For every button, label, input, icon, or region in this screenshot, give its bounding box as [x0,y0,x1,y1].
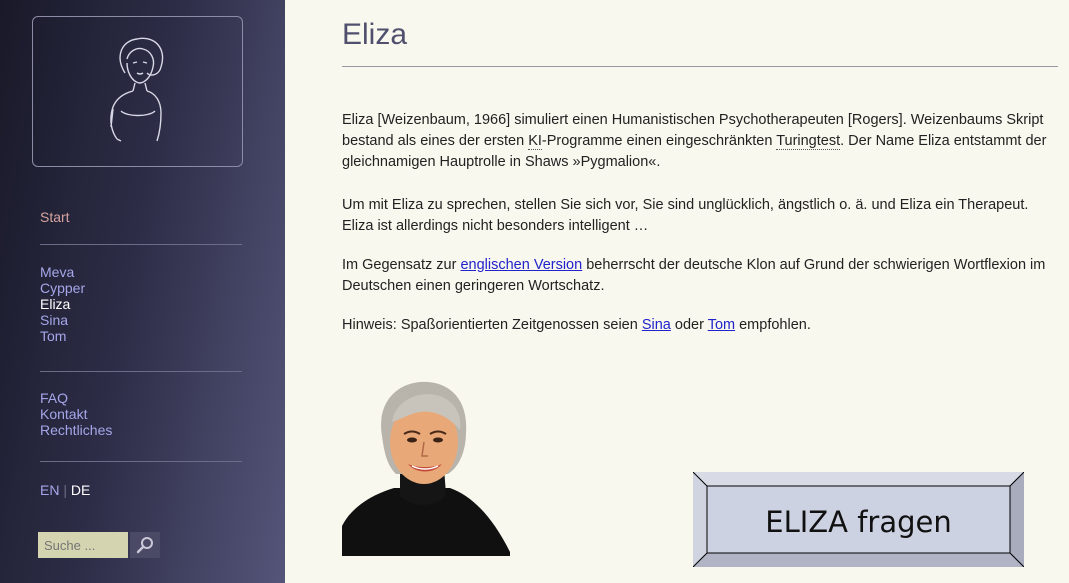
hint-text: oder [670,317,708,333]
search-button[interactable] [130,532,160,558]
sina-link[interactable]: Sina [642,317,671,333]
ask-eliza-button[interactable]: ELIZA fragen [693,472,1024,567]
turingtest-term: Turingtest [776,133,841,150]
sidebar-item-faq[interactable]: FAQ [40,390,112,406]
language-switcher: EN | DE [40,482,90,498]
version-paragraph: Im Gegensatz zur englischen Version behe… [342,255,1062,297]
sidebar-item-meva[interactable]: Meva [40,264,85,280]
english-version-link[interactable]: englischen Version [460,257,582,273]
search-input[interactable] [38,532,128,558]
sidebar-item-cypper[interactable]: Cypper [40,280,85,296]
sidebar-item-eliza[interactable]: Eliza [40,296,85,312]
eliza-portrait-image [342,381,510,556]
tom-link[interactable]: Tom [708,317,735,333]
main-content: Eliza Eliza [Weizenbaum, 1966] simuliert… [285,0,1069,583]
search-icon [136,537,153,554]
sidebar-divider [40,461,242,462]
lang-separator: | [63,482,67,498]
intro-text: -Programme einen eingeschränkten [541,133,777,149]
sidebar-item-kontakt[interactable]: Kontakt [40,406,112,422]
woman-avatar-icon [110,37,164,142]
version-text: Im Gegensatz zur [342,257,461,273]
site-logo[interactable] [32,16,243,167]
sidebar: Start Meva Cypper Eliza Sina Tom FAQ Kon… [0,0,285,583]
ki-abbreviation: KI [528,133,542,150]
sidebar-nav-main: Meva Cypper Eliza Sina Tom [40,264,85,344]
sidebar-item-rechtliches[interactable]: Rechtliches [40,422,112,438]
intro-paragraph: Eliza [Weizenbaum, 1966] simuliert einen… [342,110,1062,173]
sidebar-nav-info: FAQ Kontakt Rechtliches [40,390,112,438]
sidebar-item-start[interactable]: Start [40,209,70,225]
sidebar-divider [40,244,242,245]
hint-text: Hinweis: Spaßorientierten Zeitgenossen s… [342,317,642,333]
sidebar-item-tom[interactable]: Tom [40,328,85,344]
page-title: Eliza [342,18,408,51]
lang-de-link[interactable]: DE [71,482,90,498]
sidebar-item-sina[interactable]: Sina [40,312,85,328]
title-divider [342,66,1058,67]
ask-eliza-label: ELIZA fragen [765,505,952,539]
sidebar-divider [40,371,242,372]
lang-en-link[interactable]: EN [40,482,59,498]
hint-paragraph: Hinweis: Spaßorientierten Zeitgenossen s… [342,315,1062,336]
hint-text: empfohlen. [735,317,811,333]
usage-paragraph: Um mit Eliza zu sprechen, stellen Sie si… [342,197,1029,234]
